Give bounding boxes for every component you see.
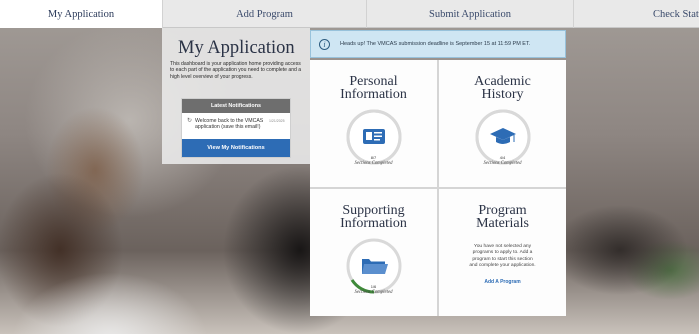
- info-icon: i: [319, 38, 330, 50]
- background-lab-coat: [0, 230, 220, 334]
- add-program-link[interactable]: Add A Program: [484, 279, 520, 285]
- refresh-icon: ↻: [187, 118, 193, 124]
- card-title: Program Materials: [476, 203, 529, 231]
- card-program-materials[interactable]: Program Materials You have not selected …: [439, 189, 566, 316]
- card-title: Supporting Information: [340, 203, 407, 231]
- card-title: Personal Information: [340, 74, 407, 102]
- tab-add-program[interactable]: Add Program: [163, 0, 367, 28]
- notifications-header: Latest Notifications: [182, 99, 290, 113]
- notification-date: 1/21/2025: [269, 119, 285, 123]
- top-nav: My Application Add Program Submit Applic…: [0, 0, 699, 28]
- id-card-icon: [362, 129, 385, 144]
- alert-text: Heads up! The VMCAS submission deadline …: [340, 41, 531, 47]
- view-notifications-button[interactable]: View My Notifications: [182, 139, 290, 157]
- card-personal-information[interactable]: Personal Information 8/7 Sections Comple…: [310, 60, 437, 187]
- notification-text: Welcome back to the VMCAS application (s…: [195, 118, 264, 131]
- sections-label: Sections Completed: [354, 290, 393, 295]
- page-description: This dashboard is your application home …: [170, 61, 302, 80]
- tab-my-application[interactable]: My Application: [0, 0, 163, 28]
- page-title: My Application: [178, 38, 295, 58]
- card-supporting-information[interactable]: Supporting Information 1/6 Sections Comp…: [310, 189, 437, 316]
- card-academic-history[interactable]: Academic History 4/4 Sections Completed: [439, 60, 566, 187]
- sections-count: 8/7: [370, 155, 377, 160]
- sections-label: Sections Completed: [354, 161, 393, 166]
- sections-count: 4/4: [499, 155, 506, 160]
- tab-check-status[interactable]: Check Status: [574, 0, 699, 28]
- program-materials-text: You have not selected any programs to ap…: [469, 244, 536, 269]
- sections-count: 1/6: [370, 284, 377, 289]
- card-title: Academic History: [474, 74, 531, 102]
- sections-grid: Personal Information 8/7 Sections Comple…: [310, 60, 566, 316]
- notification-item[interactable]: ↻ Welcome back to the VMCAS application …: [182, 113, 290, 139]
- tab-submit-application[interactable]: Submit Application: [367, 0, 574, 28]
- sections-label: Sections Completed: [483, 161, 522, 166]
- deadline-alert: i Heads up! The VMCAS submission deadlin…: [310, 30, 566, 58]
- notifications-panel: Latest Notifications ↻ Welcome back to t…: [181, 98, 291, 158]
